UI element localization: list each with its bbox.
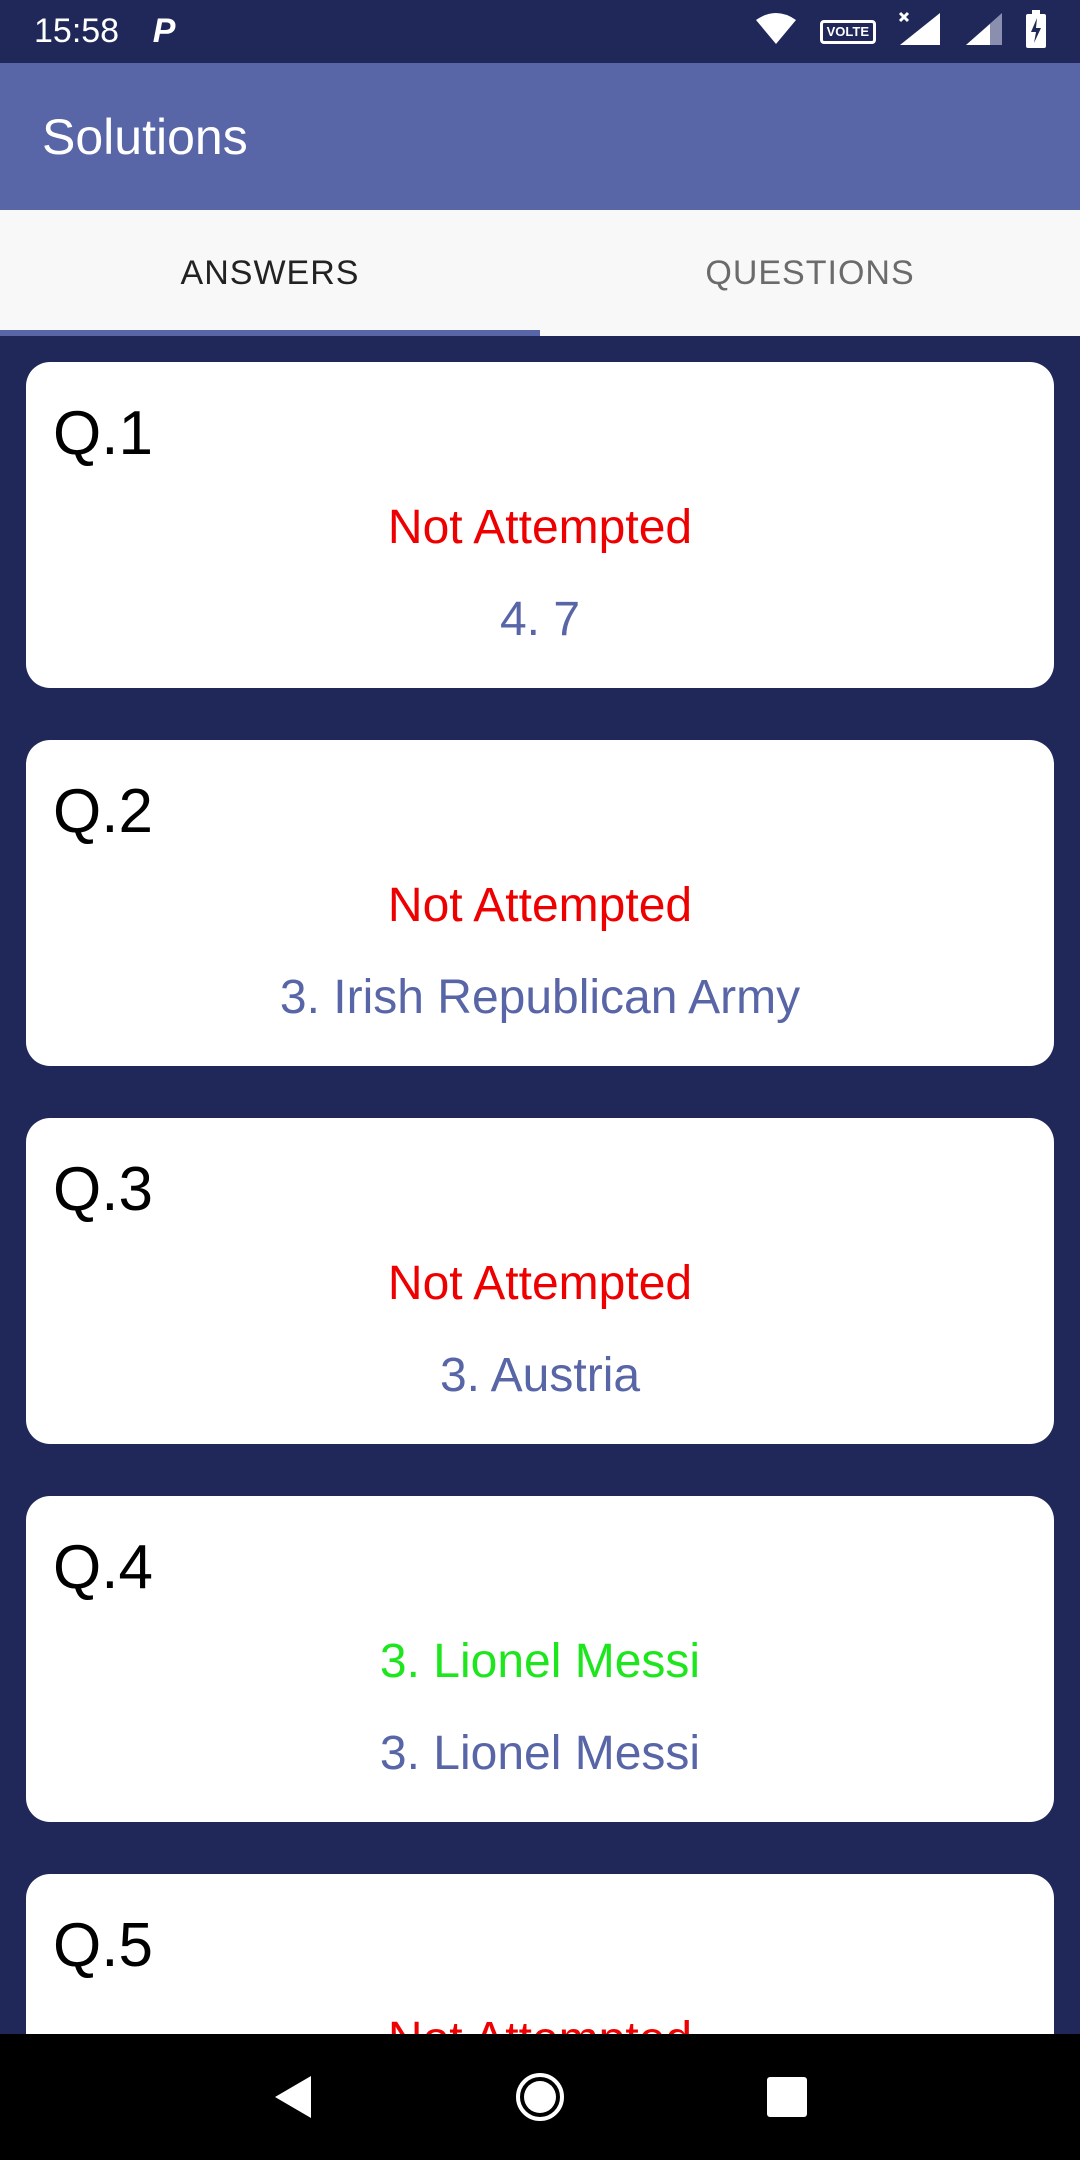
signal-icon: [898, 11, 942, 52]
wifi-icon: [754, 12, 798, 51]
app-bar: Solutions: [0, 63, 1080, 210]
correct-answer: 4. 7: [499, 593, 581, 646]
user-answer-status: Not Attempted: [387, 1257, 693, 1310]
status-time: 15:58: [34, 12, 120, 50]
user-answer-status: 3. Lionel Messi: [379, 1635, 701, 1688]
answer-card[interactable]: Q.4 3. Lionel Messi 3. Lionel Messi: [26, 1496, 1054, 1822]
navigation-bar: [0, 2034, 1080, 2160]
question-number: Q.1: [53, 399, 153, 468]
question-number: Q.5: [53, 1911, 153, 1980]
answer-card[interactable]: Q.5 Not Attempted: [26, 1874, 1054, 2034]
home-icon[interactable]: [500, 2057, 580, 2137]
page-title: Solutions: [42, 108, 248, 165]
user-answer-status: Not Attempted: [387, 501, 693, 554]
volte-icon: VOLTE: [819, 19, 876, 44]
status-left: 15:58 P: [34, 12, 179, 51]
back-icon[interactable]: [253, 2057, 333, 2137]
tab-bar: ANSWERS QUESTIONS: [0, 210, 1080, 336]
status-icons: VOLTE: [754, 10, 1046, 53]
answer-card[interactable]: Q.3 Not Attempted 3. Austria: [26, 1118, 1054, 1444]
question-number: Q.3: [53, 1155, 153, 1224]
status-bar: 15:58 P VOLTE: [0, 0, 1080, 63]
signal-icon: [964, 11, 1004, 52]
battery-charging-icon: [1026, 10, 1046, 53]
answer-card[interactable]: Q.1 Not Attempted 4. 7: [26, 362, 1054, 688]
answers-list[interactable]: Q.1 Not Attempted 4. 7 Q.2 Not Attempted…: [0, 336, 1080, 2034]
correct-answer: 3. Irish Republican Army: [279, 971, 801, 1024]
tab-answers-label: ANSWERS: [180, 253, 360, 292]
parking-notification-icon: P: [152, 12, 176, 50]
tab-answers[interactable]: ANSWERS: [0, 210, 540, 336]
tab-questions-label: QUESTIONS: [705, 253, 915, 292]
correct-answer: 3. Austria: [439, 1349, 641, 1402]
question-number: Q.2: [53, 777, 153, 846]
user-answer-status: Not Attempted: [387, 879, 693, 932]
answer-card[interactable]: Q.2 Not Attempted 3. Irish Republican Ar…: [26, 740, 1054, 1066]
recents-icon[interactable]: [747, 2057, 827, 2137]
user-answer-status: Not Attempted: [26, 2012, 1054, 2034]
tab-questions[interactable]: QUESTIONS: [540, 210, 1080, 336]
correct-answer: 3. Lionel Messi: [379, 1727, 701, 1780]
question-number: Q.4: [53, 1533, 153, 1602]
